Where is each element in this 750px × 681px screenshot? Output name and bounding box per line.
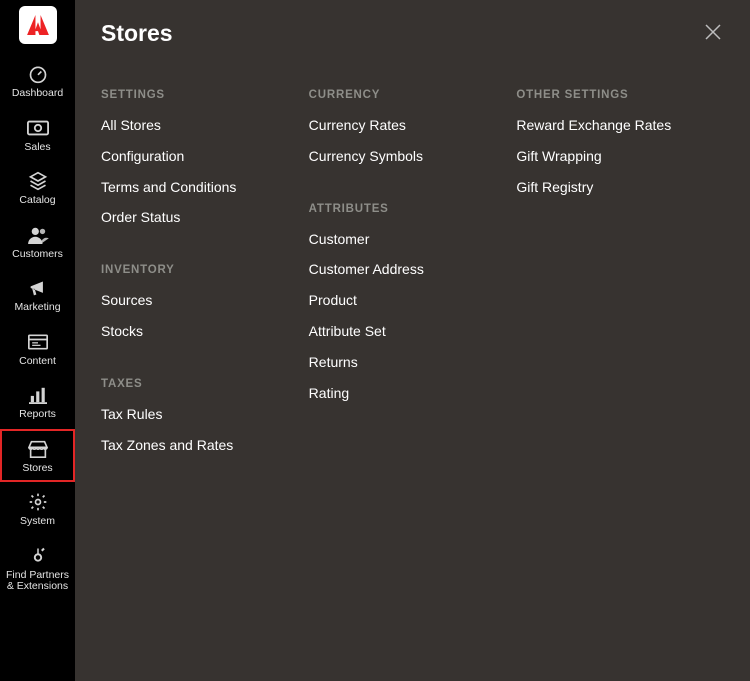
content-icon [28, 332, 48, 352]
stores-flyout: Stores SETTINGS All Stores Configuration… [75, 0, 750, 681]
app-logo[interactable] [19, 6, 57, 44]
sidebar-item-system[interactable]: System [0, 482, 75, 536]
link-currency-symbols[interactable]: Currency Symbols [309, 148, 497, 165]
link-order-status[interactable]: Order Status [101, 209, 289, 226]
sidebar-item-label: Dashboard [12, 88, 63, 100]
sidebar-item-label: Marketing [14, 302, 60, 314]
sidebar-item-label: Content [19, 356, 56, 368]
sidebar-item-customers[interactable]: Customers [0, 215, 75, 269]
section-inventory: INVENTORY Sources Stocks [101, 264, 289, 340]
flyout-title: Stores [101, 20, 173, 47]
section-heading: SETTINGS [101, 89, 289, 101]
section-attributes: ATTRIBUTES Customer Customer Address Pro… [309, 203, 497, 402]
sidebar-item-label: Stores [22, 463, 52, 475]
partners-icon [29, 546, 47, 566]
link-gift-wrapping[interactable]: Gift Wrapping [516, 148, 704, 165]
link-tax-zones-and-rates[interactable]: Tax Zones and Rates [101, 437, 289, 454]
sidebar-item-sales[interactable]: Sales [0, 108, 75, 162]
marketing-icon [28, 278, 48, 298]
customers-icon [27, 225, 49, 245]
sidebar: Dashboard Sales Catalog Customers Market… [0, 0, 75, 681]
section-heading: TAXES [101, 378, 289, 390]
close-button[interactable] [702, 21, 724, 47]
section-taxes: TAXES Tax Rules Tax Zones and Rates [101, 378, 289, 454]
dashboard-icon [28, 64, 48, 84]
sidebar-item-label: System [20, 516, 55, 528]
sidebar-item-reports[interactable]: Reports [0, 375, 75, 429]
link-stocks[interactable]: Stocks [101, 323, 289, 340]
section-currency: CURRENCY Currency Rates Currency Symbols [309, 89, 497, 165]
sidebar-item-content[interactable]: Content [0, 322, 75, 376]
sidebar-item-marketing[interactable]: Marketing [0, 268, 75, 322]
sidebar-item-partners[interactable]: Find Partners & Extensions [0, 536, 75, 601]
link-product[interactable]: Product [309, 292, 497, 309]
sidebar-item-catalog[interactable]: Catalog [0, 161, 75, 215]
link-attribute-set[interactable]: Attribute Set [309, 323, 497, 340]
reports-icon [29, 385, 47, 405]
link-customer-address[interactable]: Customer Address [309, 261, 497, 278]
link-sources[interactable]: Sources [101, 292, 289, 309]
link-reward-exchange-rates[interactable]: Reward Exchange Rates [516, 117, 704, 134]
section-other-settings: OTHER SETTINGS Reward Exchange Rates Gif… [516, 89, 704, 195]
link-gift-registry[interactable]: Gift Registry [516, 179, 704, 196]
section-heading: ATTRIBUTES [309, 203, 497, 215]
section-heading: OTHER SETTINGS [516, 89, 704, 101]
flyout-column-3: OTHER SETTINGS Reward Exchange Rates Gif… [516, 89, 724, 453]
section-heading: INVENTORY [101, 264, 289, 276]
sidebar-item-label: Customers [12, 249, 63, 261]
section-settings: SETTINGS All Stores Configuration Terms … [101, 89, 289, 226]
flyout-column-2: CURRENCY Currency Rates Currency Symbols… [309, 89, 517, 453]
sidebar-item-label: Find Partners & Extensions [2, 570, 73, 593]
sidebar-item-stores[interactable]: Stores [0, 429, 75, 483]
adobe-icon [27, 15, 49, 35]
link-currency-rates[interactable]: Currency Rates [309, 117, 497, 134]
close-icon [704, 23, 722, 41]
link-tax-rules[interactable]: Tax Rules [101, 406, 289, 423]
link-all-stores[interactable]: All Stores [101, 117, 289, 134]
flyout-columns: SETTINGS All Stores Configuration Terms … [101, 89, 724, 453]
link-customer[interactable]: Customer [309, 231, 497, 248]
sidebar-item-label: Catalog [19, 195, 55, 207]
sidebar-item-label: Sales [24, 142, 50, 154]
stores-icon [28, 439, 48, 459]
flyout-column-1: SETTINGS All Stores Configuration Terms … [101, 89, 309, 453]
system-icon [28, 492, 48, 512]
section-heading: CURRENCY [309, 89, 497, 101]
catalog-icon [28, 171, 48, 191]
link-configuration[interactable]: Configuration [101, 148, 289, 165]
flyout-header: Stores [101, 20, 724, 47]
link-returns[interactable]: Returns [309, 354, 497, 371]
sales-icon [27, 118, 49, 138]
link-rating[interactable]: Rating [309, 385, 497, 402]
link-terms-and-conditions[interactable]: Terms and Conditions [101, 179, 289, 196]
sidebar-item-dashboard[interactable]: Dashboard [0, 54, 75, 108]
sidebar-item-label: Reports [19, 409, 56, 421]
